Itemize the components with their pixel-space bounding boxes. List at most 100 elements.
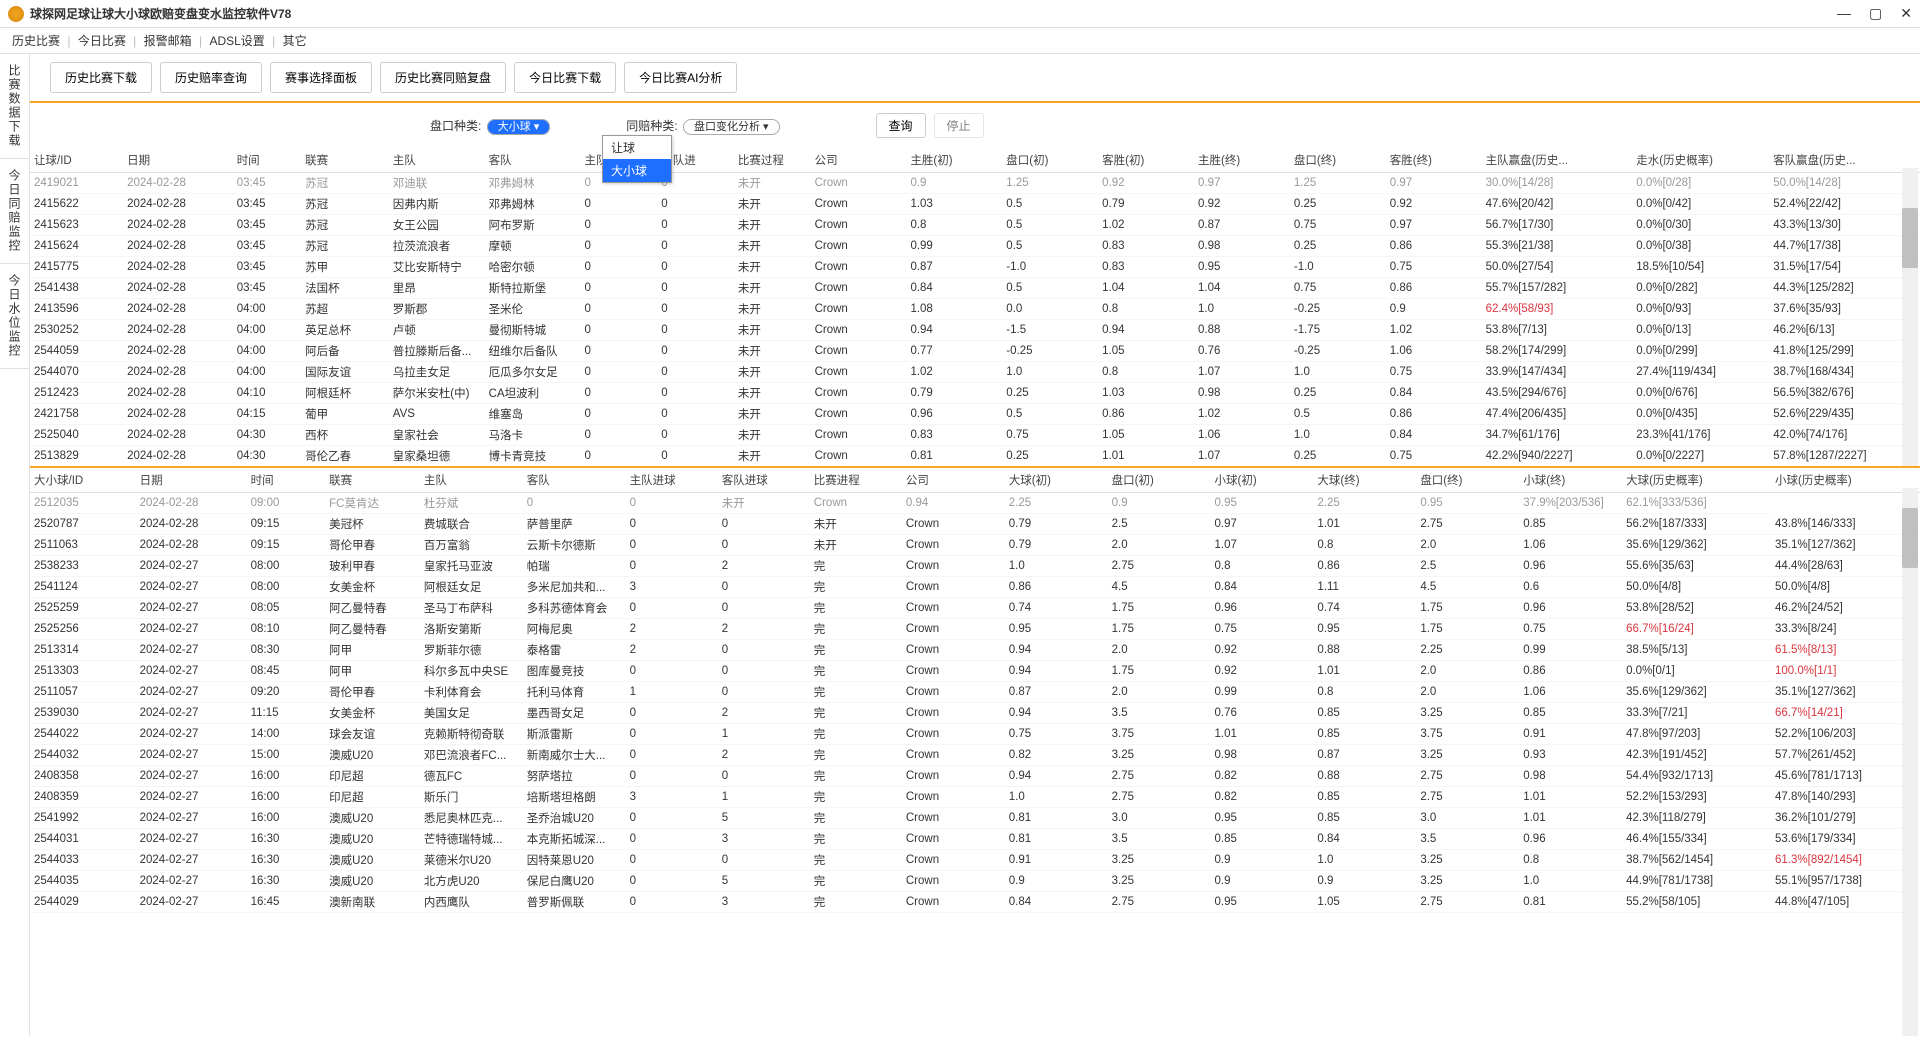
dropdown-option-daxiaoqiu[interactable]: 大小球: [603, 159, 671, 182]
column-header[interactable]: 公司: [902, 468, 1005, 493]
toolbar-button[interactable]: 今日比赛下载: [514, 62, 616, 93]
column-header[interactable]: 主队: [420, 468, 523, 493]
table-row[interactable]: 25133032024-02-2708:45阿甲科尔多瓦中央SE图库曼竞技00完…: [30, 661, 1920, 682]
column-header[interactable]: 主队进球: [626, 468, 718, 493]
side-tab[interactable]: 今日水位监控: [0, 264, 29, 369]
menu-item[interactable]: 其它: [283, 34, 307, 48]
column-header[interactable]: 客队赢盘(历史...: [1769, 148, 1920, 173]
dropdown-option-rangqiu[interactable]: 让球: [603, 136, 671, 159]
column-header[interactable]: 时间: [247, 468, 326, 493]
toolbar-button[interactable]: 今日比赛AI分析: [624, 62, 737, 93]
table-row[interactable]: 24217582024-02-2804:15葡甲AVS维塞岛00未开Crown0…: [30, 404, 1920, 425]
menu-item[interactable]: 今日比赛: [78, 34, 126, 48]
odds-type-select[interactable]: 盘口变化分析 ▾: [683, 119, 780, 135]
column-header[interactable]: 比赛进程: [810, 468, 902, 493]
side-tab[interactable]: 今日同赔监控: [0, 159, 29, 264]
table-row[interactable]: 24156232024-02-2803:45苏冠女王公园阿布罗斯00未开Crow…: [30, 215, 1920, 236]
column-header[interactable]: 日期: [123, 148, 233, 173]
table-row[interactable]: 24135962024-02-2804:00苏超罗斯郡圣米伦00未开Crown1…: [30, 299, 1920, 320]
table-row[interactable]: 25382332024-02-2708:00玻利甲春皇家托马亚波帕瑞02完Cro…: [30, 556, 1920, 577]
window-controls: — ▢ ✕: [1837, 5, 1912, 22]
column-header[interactable]: 大球(终): [1313, 468, 1416, 493]
toolbar: 历史比赛下载历史赔率查询赛事选择面板历史比赛同赔复盘今日比赛下载今日比赛AI分析: [30, 54, 1920, 103]
column-header[interactable]: 客队: [523, 468, 626, 493]
toolbar-button[interactable]: 赛事选择面板: [270, 62, 372, 93]
table-row[interactable]: 25440312024-02-2716:30澳威U20芒特德瑞特城...本克斯拓…: [30, 829, 1920, 850]
column-header[interactable]: 主胜(终): [1194, 148, 1290, 173]
table-row[interactable]: 25440332024-02-2716:30澳威U20莱德米尔U20因特莱恩U2…: [30, 850, 1920, 871]
table-row[interactable]: 25302522024-02-2804:00英足总杯卢顿曼彻斯特城00未开Cro…: [30, 320, 1920, 341]
column-header[interactable]: 盘口(终): [1290, 148, 1386, 173]
table-row[interactable]: 25252562024-02-2708:10阿乙曼特春洛斯安第斯阿梅尼奥22完C…: [30, 619, 1920, 640]
table-row[interactable]: 25440592024-02-2804:00阿后备普拉滕斯后备...纽维尔后备队…: [30, 341, 1920, 362]
table-row[interactable]: 25440702024-02-2804:00国际友谊乌拉圭女足厄瓜多尔女足00未…: [30, 362, 1920, 383]
table-row[interactable]: 24156222024-02-2803:45苏冠因弗内斯邓弗姆林00未开Crow…: [30, 194, 1920, 215]
menu-item[interactable]: 历史比赛: [12, 34, 60, 48]
column-header[interactable]: 大球(初): [1005, 468, 1108, 493]
column-header[interactable]: 大球(历史概率): [1622, 468, 1771, 493]
table-row[interactable]: 25440222024-02-2714:00球会友谊克赖斯特彻奇联斯派雷斯01完…: [30, 724, 1920, 745]
table-row[interactable]: 24157752024-02-2803:45苏甲艾比安斯特宁哈密尔顿00未开Cr…: [30, 257, 1920, 278]
column-header[interactable]: 日期: [136, 468, 247, 493]
column-header[interactable]: 让球/ID: [30, 148, 123, 173]
bottom-scrollbar[interactable]: [1902, 488, 1918, 1036]
column-header[interactable]: 客胜(初): [1098, 148, 1194, 173]
table-row[interactable]: 25411242024-02-2708:00女美金杯阿根廷女足多米尼加共和...…: [30, 577, 1920, 598]
table-row[interactable]: 25440292024-02-2716:45澳新南联内西鹰队普罗斯佩联03完Cr…: [30, 892, 1920, 913]
table-row[interactable]: 24156242024-02-2803:45苏冠拉茨流浪者摩顿00未开Crown…: [30, 236, 1920, 257]
column-header[interactable]: 走水(历史概率): [1632, 148, 1769, 173]
column-header[interactable]: 主胜(初): [906, 148, 1002, 173]
table-row[interactable]: 25414382024-02-2803:45法国杯里昂斯特拉斯堡00未开Crow…: [30, 278, 1920, 299]
column-header[interactable]: 小球(初): [1211, 468, 1314, 493]
column-header[interactable]: 联赛: [301, 148, 389, 173]
toolbar-button[interactable]: 历史比赛下载: [50, 62, 152, 93]
column-header[interactable]: 小球(终): [1519, 468, 1622, 493]
column-header[interactable]: 时间: [233, 148, 301, 173]
column-header[interactable]: 比赛过程: [734, 148, 811, 173]
table-row[interactable]: 25207872024-02-2809:15美冠杯费城联合萨普里萨00未开Cro…: [30, 514, 1920, 535]
column-header[interactable]: 客队进球: [718, 468, 810, 493]
toolbar-button[interactable]: 历史赔率查询: [160, 62, 262, 93]
table-row[interactable]: 25120352024-02-2809:00FC莫肯达杜芬斌00未开Crown0…: [30, 493, 1920, 514]
column-header[interactable]: 主队: [389, 148, 485, 173]
sidebar: 比赛数据下载今日同赔监控今日水位监控: [0, 54, 30, 1036]
table-row[interactable]: 25440352024-02-2716:30澳威U20北方虎U20保尼白鹰U20…: [30, 871, 1920, 892]
menu-item[interactable]: 报警邮箱: [144, 34, 192, 48]
column-header[interactable]: 公司: [811, 148, 907, 173]
column-header[interactable]: 盘口(终): [1416, 468, 1519, 493]
table-row[interactable]: 25440322024-02-2715:00澳威U20邓巴流浪者FC...新南威…: [30, 745, 1920, 766]
table-row[interactable]: 25252592024-02-2708:05阿乙曼特春圣马丁布萨科多科苏德体育会…: [30, 598, 1920, 619]
column-header[interactable]: 盘口(初): [1002, 148, 1098, 173]
column-header[interactable]: 联赛: [325, 468, 420, 493]
table-row[interactable]: 24190212024-02-2803:45苏冠邓迪联邓弗姆林00未开Crown…: [30, 173, 1920, 194]
side-tab[interactable]: 比赛数据下载: [0, 54, 29, 159]
query-button[interactable]: 查询: [876, 113, 926, 138]
column-header[interactable]: 客队: [485, 148, 581, 173]
table-row[interactable]: 24083582024-02-2716:00印尼超德瓦FC努萨塔拉00完Crow…: [30, 766, 1920, 787]
column-header[interactable]: 大小球/ID: [30, 468, 136, 493]
table-row[interactable]: 24083592024-02-2716:00印尼超斯乐门培斯塔坦格朗31完Cro…: [30, 787, 1920, 808]
top-scrollbar[interactable]: [1902, 168, 1918, 466]
column-header[interactable]: 客胜(终): [1386, 148, 1482, 173]
stop-button: 停止: [934, 113, 984, 138]
menu-item[interactable]: ADSL设置: [209, 34, 264, 48]
table-row[interactable]: 25138292024-02-2804:30哥伦乙春皇家桑坦德博卡青竞技00未开…: [30, 446, 1920, 467]
table-row[interactable]: 25419922024-02-2716:00澳威U20悉尼奥林匹克...圣乔治城…: [30, 808, 1920, 829]
table-row[interactable]: 25124232024-02-2804:10阿根廷杯萨尔米安杜(中)CA坦波利0…: [30, 383, 1920, 404]
table-row[interactable]: 25390302024-02-2711:15女美金杯美国女足墨西哥女足02完Cr…: [30, 703, 1920, 724]
close-icon[interactable]: ✕: [1900, 5, 1912, 22]
title-bar: 球探网足球让球大小球欧赔变盘变水监控软件V78 — ▢ ✕: [0, 0, 1920, 28]
column-header[interactable]: 小球(历史概率): [1771, 468, 1920, 493]
handicap-type-select[interactable]: 大小球 ▾: [487, 119, 551, 135]
column-header[interactable]: 主队赢盘(历史...: [1482, 148, 1633, 173]
table-row[interactable]: 25250402024-02-2804:30西杯皇家社会马洛卡00未开Crown…: [30, 425, 1920, 446]
bot-header-row: 大小球/ID日期时间联赛主队客队主队进球客队进球比赛进程公司大球(初)盘口(初)…: [30, 468, 1920, 493]
top-table-wrap: 让球/ID日期时间联赛主队客队主队进球客队进比赛过程公司主胜(初)盘口(初)客胜…: [30, 148, 1920, 468]
table-row[interactable]: 25110632024-02-2809:15哥伦甲春百万富翁云斯卡尔德斯00未开…: [30, 535, 1920, 556]
table-row[interactable]: 25133142024-02-2708:30阿甲罗斯菲尔德泰格雷20完Crown…: [30, 640, 1920, 661]
minimize-icon[interactable]: —: [1837, 5, 1851, 22]
column-header[interactable]: 盘口(初): [1108, 468, 1211, 493]
table-row[interactable]: 25110572024-02-2709:20哥伦甲春卡利体育会托利马体育10完C…: [30, 682, 1920, 703]
maximize-icon[interactable]: ▢: [1869, 5, 1882, 22]
toolbar-button[interactable]: 历史比赛同赔复盘: [380, 62, 506, 93]
